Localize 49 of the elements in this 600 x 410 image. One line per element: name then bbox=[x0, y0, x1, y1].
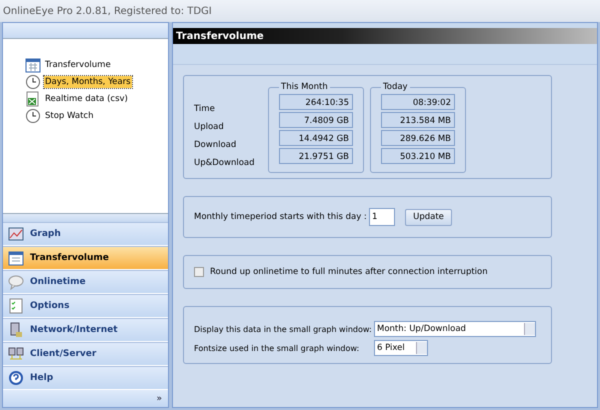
value-field: 289.626 MB bbox=[381, 130, 455, 146]
day-input[interactable]: 1 bbox=[369, 208, 395, 226]
value-field: 14.4942 GB bbox=[279, 130, 353, 146]
period-label: Monthly timeperiod starts with this day : bbox=[194, 212, 368, 222]
row-label: Time bbox=[194, 104, 216, 116]
nav-button[interactable]: Transfervolume bbox=[3, 246, 168, 270]
nav-button[interactable]: Client/Server bbox=[3, 342, 168, 366]
help-icon bbox=[8, 370, 24, 386]
checklist-icon bbox=[8, 298, 24, 314]
nav-button[interactable]: Onlinetime bbox=[3, 270, 168, 294]
tree-item[interactable]: Stop Watch bbox=[44, 110, 94, 122]
setting-label: Display this data in the small graph window: bbox=[194, 324, 373, 334]
value-field: 21.9751 GB bbox=[279, 148, 353, 164]
checkbox[interactable] bbox=[194, 267, 204, 277]
clock-icon bbox=[25, 74, 41, 90]
more-button[interactable]: » bbox=[156, 394, 162, 404]
calendar-icon bbox=[25, 57, 41, 73]
tree-item[interactable]: Transfervolume bbox=[44, 59, 112, 71]
dropdown[interactable]: Month: Up/Download bbox=[374, 321, 536, 337]
spreadsheet-icon bbox=[25, 91, 41, 107]
computer-icon bbox=[8, 322, 24, 338]
row-label: Up&Download bbox=[194, 158, 256, 170]
value-field: 08:39:02 bbox=[381, 94, 455, 110]
clock-icon bbox=[25, 108, 41, 124]
network-icon bbox=[8, 346, 24, 362]
value-field: 7.4809 GB bbox=[279, 112, 353, 128]
row-label: Download bbox=[194, 140, 238, 152]
nav-button[interactable]: Options bbox=[3, 294, 168, 318]
splitter-bar[interactable] bbox=[3, 213, 168, 222]
chart-icon bbox=[8, 226, 24, 242]
window-title: OnlineEye Pro 2.0.81, Registered to: TDGI bbox=[3, 6, 212, 16]
nav-button[interactable]: Graph bbox=[3, 222, 168, 246]
nav-button[interactable]: Help bbox=[3, 366, 168, 390]
section-header: Transfervolume bbox=[173, 28, 597, 44]
group-title: Today bbox=[382, 82, 409, 92]
speech-bubble-icon bbox=[8, 274, 24, 290]
calendar-icon bbox=[8, 250, 24, 266]
update-button[interactable]: Update bbox=[405, 208, 452, 226]
tree-item[interactable]: Days, Months, Years bbox=[44, 76, 132, 88]
tree-item[interactable]: Realtime data (csv) bbox=[44, 93, 129, 105]
value-field: 213.584 MB bbox=[381, 112, 455, 128]
checkbox-label: Round up onlinetime to full minutes after connection interruption bbox=[210, 267, 488, 277]
setting-label: Fontsize used in the small graph window: bbox=[194, 344, 360, 352]
value-field: 264:10:35 bbox=[279, 94, 353, 110]
value-field: 503.210 MB bbox=[381, 148, 455, 164]
row-label: Upload bbox=[194, 122, 225, 134]
dropdown[interactable]: 6 Pixel bbox=[374, 340, 428, 356]
group-title: This Month bbox=[280, 82, 329, 92]
nav-button[interactable]: Network/Internet bbox=[3, 318, 168, 342]
